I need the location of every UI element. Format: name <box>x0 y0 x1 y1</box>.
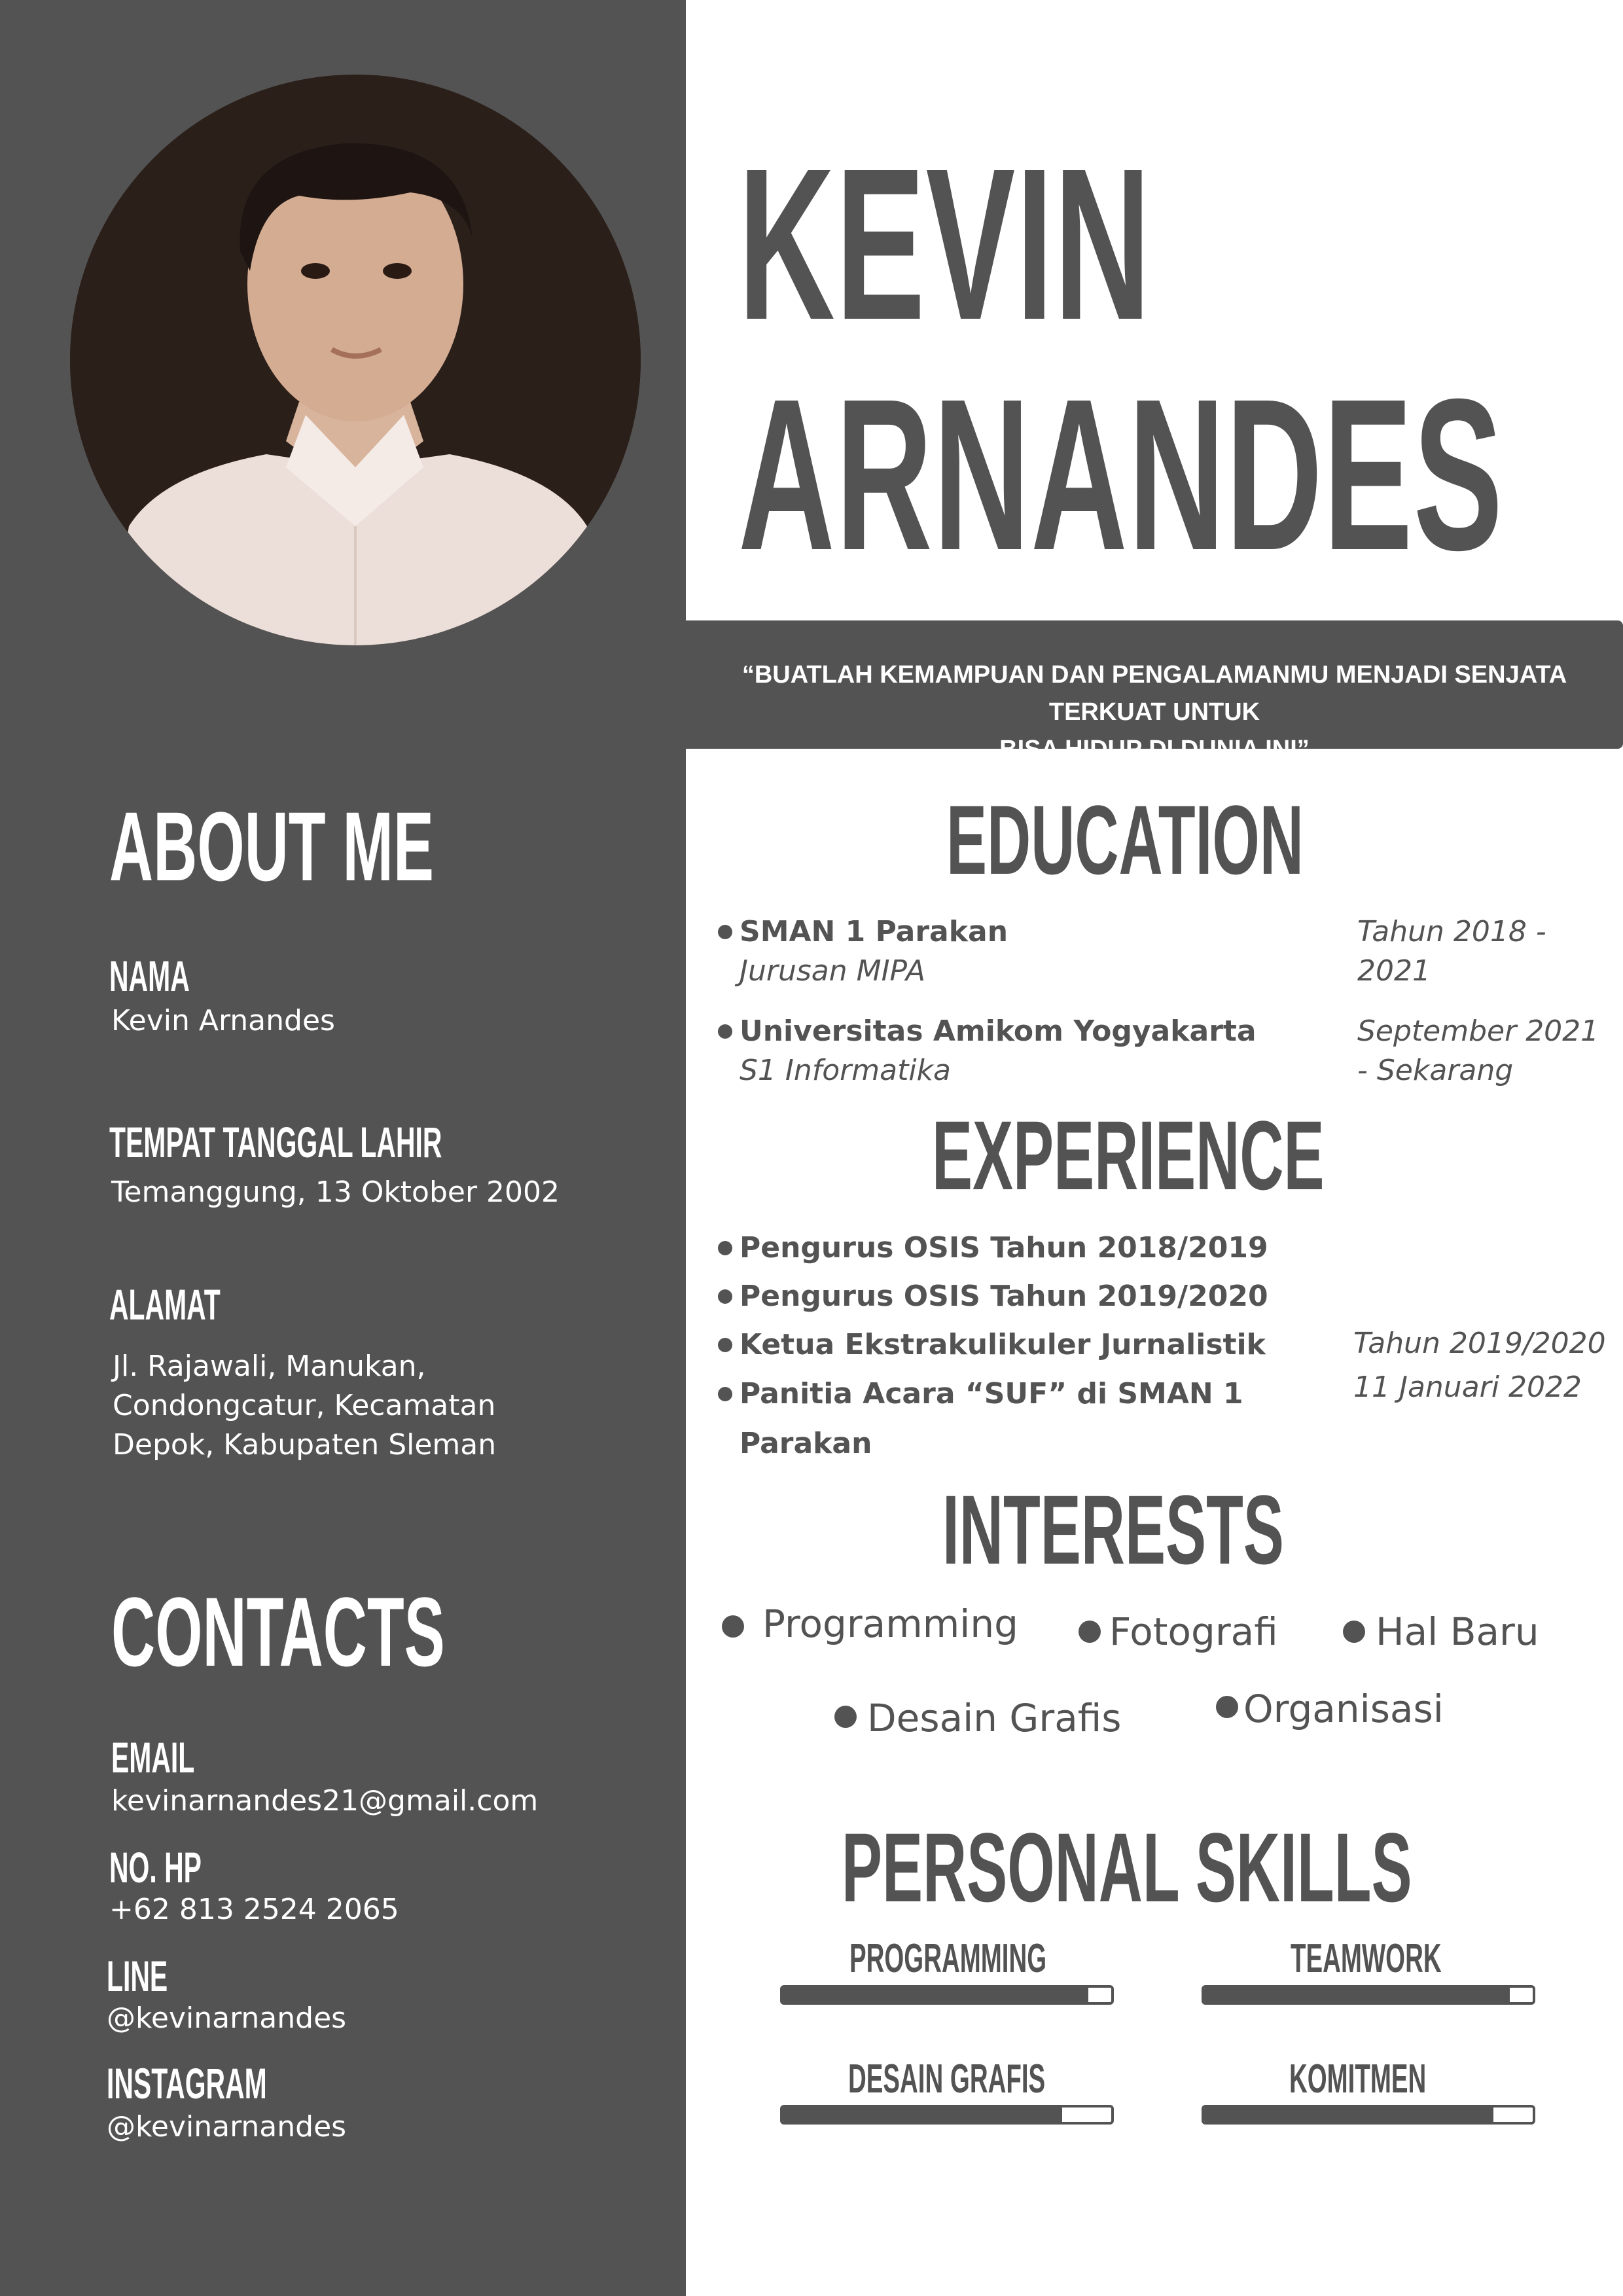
contacts-title: CONTACTS <box>111 1577 445 1687</box>
education-detail-1: Jurusan MIPA <box>740 954 925 988</box>
alamat-line-2: Condongcatur, Kecamatan <box>113 1389 496 1422</box>
bullet-icon <box>718 1387 732 1401</box>
line-value: @kevinarnandes <box>107 2001 347 2035</box>
skill-label-komitmen: KOMITMEN <box>1289 2056 1427 2102</box>
bullet-icon <box>1343 1621 1365 1643</box>
experience-item-4-cont: Parakan <box>740 1427 872 1460</box>
education-school-2: Universitas Amikom Yogyakarta <box>740 1014 1257 1048</box>
alamat-line-3: Depok, Kabupaten Sleman <box>113 1428 497 1462</box>
bullet-icon <box>1079 1621 1101 1643</box>
bullet-icon <box>718 1338 732 1352</box>
skill-bar-teamwork <box>1202 1985 1535 2005</box>
interest-4: Desain Grafis <box>867 1696 1122 1740</box>
experience-date-1: Tahun 2019/2020 <box>1353 1327 1606 1360</box>
skill-label-teamwork: TEAMWORK <box>1291 1936 1442 1981</box>
experience-item-2: Pengurus OSIS Tahun 2019/2020 <box>740 1280 1268 1313</box>
education-period-1a: Tahun 2018 - <box>1357 915 1546 948</box>
skill-bar-komitmen <box>1202 2105 1535 2125</box>
hp-label: NO. HP <box>109 1843 202 1892</box>
skill-bar-fill <box>1204 2108 1493 2122</box>
interests-title: INTERESTS <box>942 1475 1284 1585</box>
quote-text: “BUATLAH KEMAMPUAN DAN PENGALAMANMU MENJ… <box>686 656 1623 768</box>
interest-5: Organisasi <box>1243 1687 1444 1731</box>
experience-date-2: 11 Januari 2022 <box>1353 1371 1582 1404</box>
bullet-icon <box>722 1615 744 1638</box>
name-last: ARNANDES <box>738 353 1504 595</box>
interest-2: Fotografi <box>1109 1609 1278 1654</box>
skill-label-programming: PROGRAMMING <box>849 1936 1047 1981</box>
bullet-icon <box>718 925 732 939</box>
education-school-1: SMAN 1 Parakan <box>740 915 1008 948</box>
bullet-icon <box>718 1024 732 1039</box>
name-first: KEVIN <box>738 123 1152 365</box>
education-period-1b: 2021 <box>1357 954 1431 988</box>
education-title: EDUCATION <box>946 785 1304 895</box>
ttl-value: Temanggung, 13 Oktober 2002 <box>111 1175 560 1209</box>
interest-3: Hal Baru <box>1376 1609 1539 1654</box>
experience-item-1: Pengurus OSIS Tahun 2018/2019 <box>740 1231 1268 1265</box>
education-period-2a: September 2021 <box>1357 1014 1599 1048</box>
email-label: EMAIL <box>111 1733 195 1782</box>
nama-value: Kevin Arnandes <box>111 1004 335 1037</box>
experience-item-3: Ketua Ekstrakulikuler Jurnalistik <box>740 1328 1266 1361</box>
alamat-line-1: Jl. Rajawali, Manukan, <box>113 1350 426 1383</box>
ttl-label: TEMPAT TANGGAL LAHIR <box>109 1118 442 1166</box>
skill-bar-programming <box>780 1985 1114 2005</box>
instagram-value: @kevinarnandes <box>107 2110 347 2144</box>
line-label: LINE <box>107 1952 168 2000</box>
quote-line-2: BISA HIDUP DI DUNIA INI” <box>999 736 1310 763</box>
bullet-icon <box>718 1241 732 1255</box>
bullet-icon <box>718 1289 732 1304</box>
education-period-2b: - Sekarang <box>1357 1054 1514 1087</box>
skill-label-desain-grafis: DESAIN GRAFIS <box>848 2056 1046 2102</box>
skills-title: PERSONAL SKILLS <box>842 1812 1412 1922</box>
instagram-label: INSTAGRAM <box>107 2059 267 2108</box>
quote-line-1: “BUATLAH KEMAMPUAN DAN PENGALAMANMU MENJ… <box>741 661 1567 726</box>
alamat-label: ALAMAT <box>109 1280 221 1329</box>
skill-bar-fill <box>783 2108 1062 2122</box>
hp-value: +62 813 2524 2065 <box>109 1893 399 1926</box>
portrait-image <box>70 75 641 645</box>
bullet-icon <box>1216 1696 1238 1718</box>
education-detail-2: S1 Informatika <box>740 1054 952 1087</box>
experience-item-4: Panitia Acara “SUF” di SMAN 1 <box>740 1377 1243 1410</box>
email-value[interactable]: kevinarnandes21@gmail.com <box>111 1782 538 1821</box>
skill-bar-desain-grafis <box>780 2105 1114 2125</box>
bullet-icon <box>834 1706 857 1728</box>
profile-photo <box>70 75 641 645</box>
skill-bar-fill <box>1204 1988 1510 2002</box>
nama-label: NAMA <box>109 952 190 1000</box>
skill-bar-fill <box>783 1988 1088 2002</box>
experience-title: EXPERIENCE <box>932 1100 1325 1210</box>
interest-1: Programming <box>762 1602 1018 1646</box>
about-title: ABOUT ME <box>109 791 434 901</box>
